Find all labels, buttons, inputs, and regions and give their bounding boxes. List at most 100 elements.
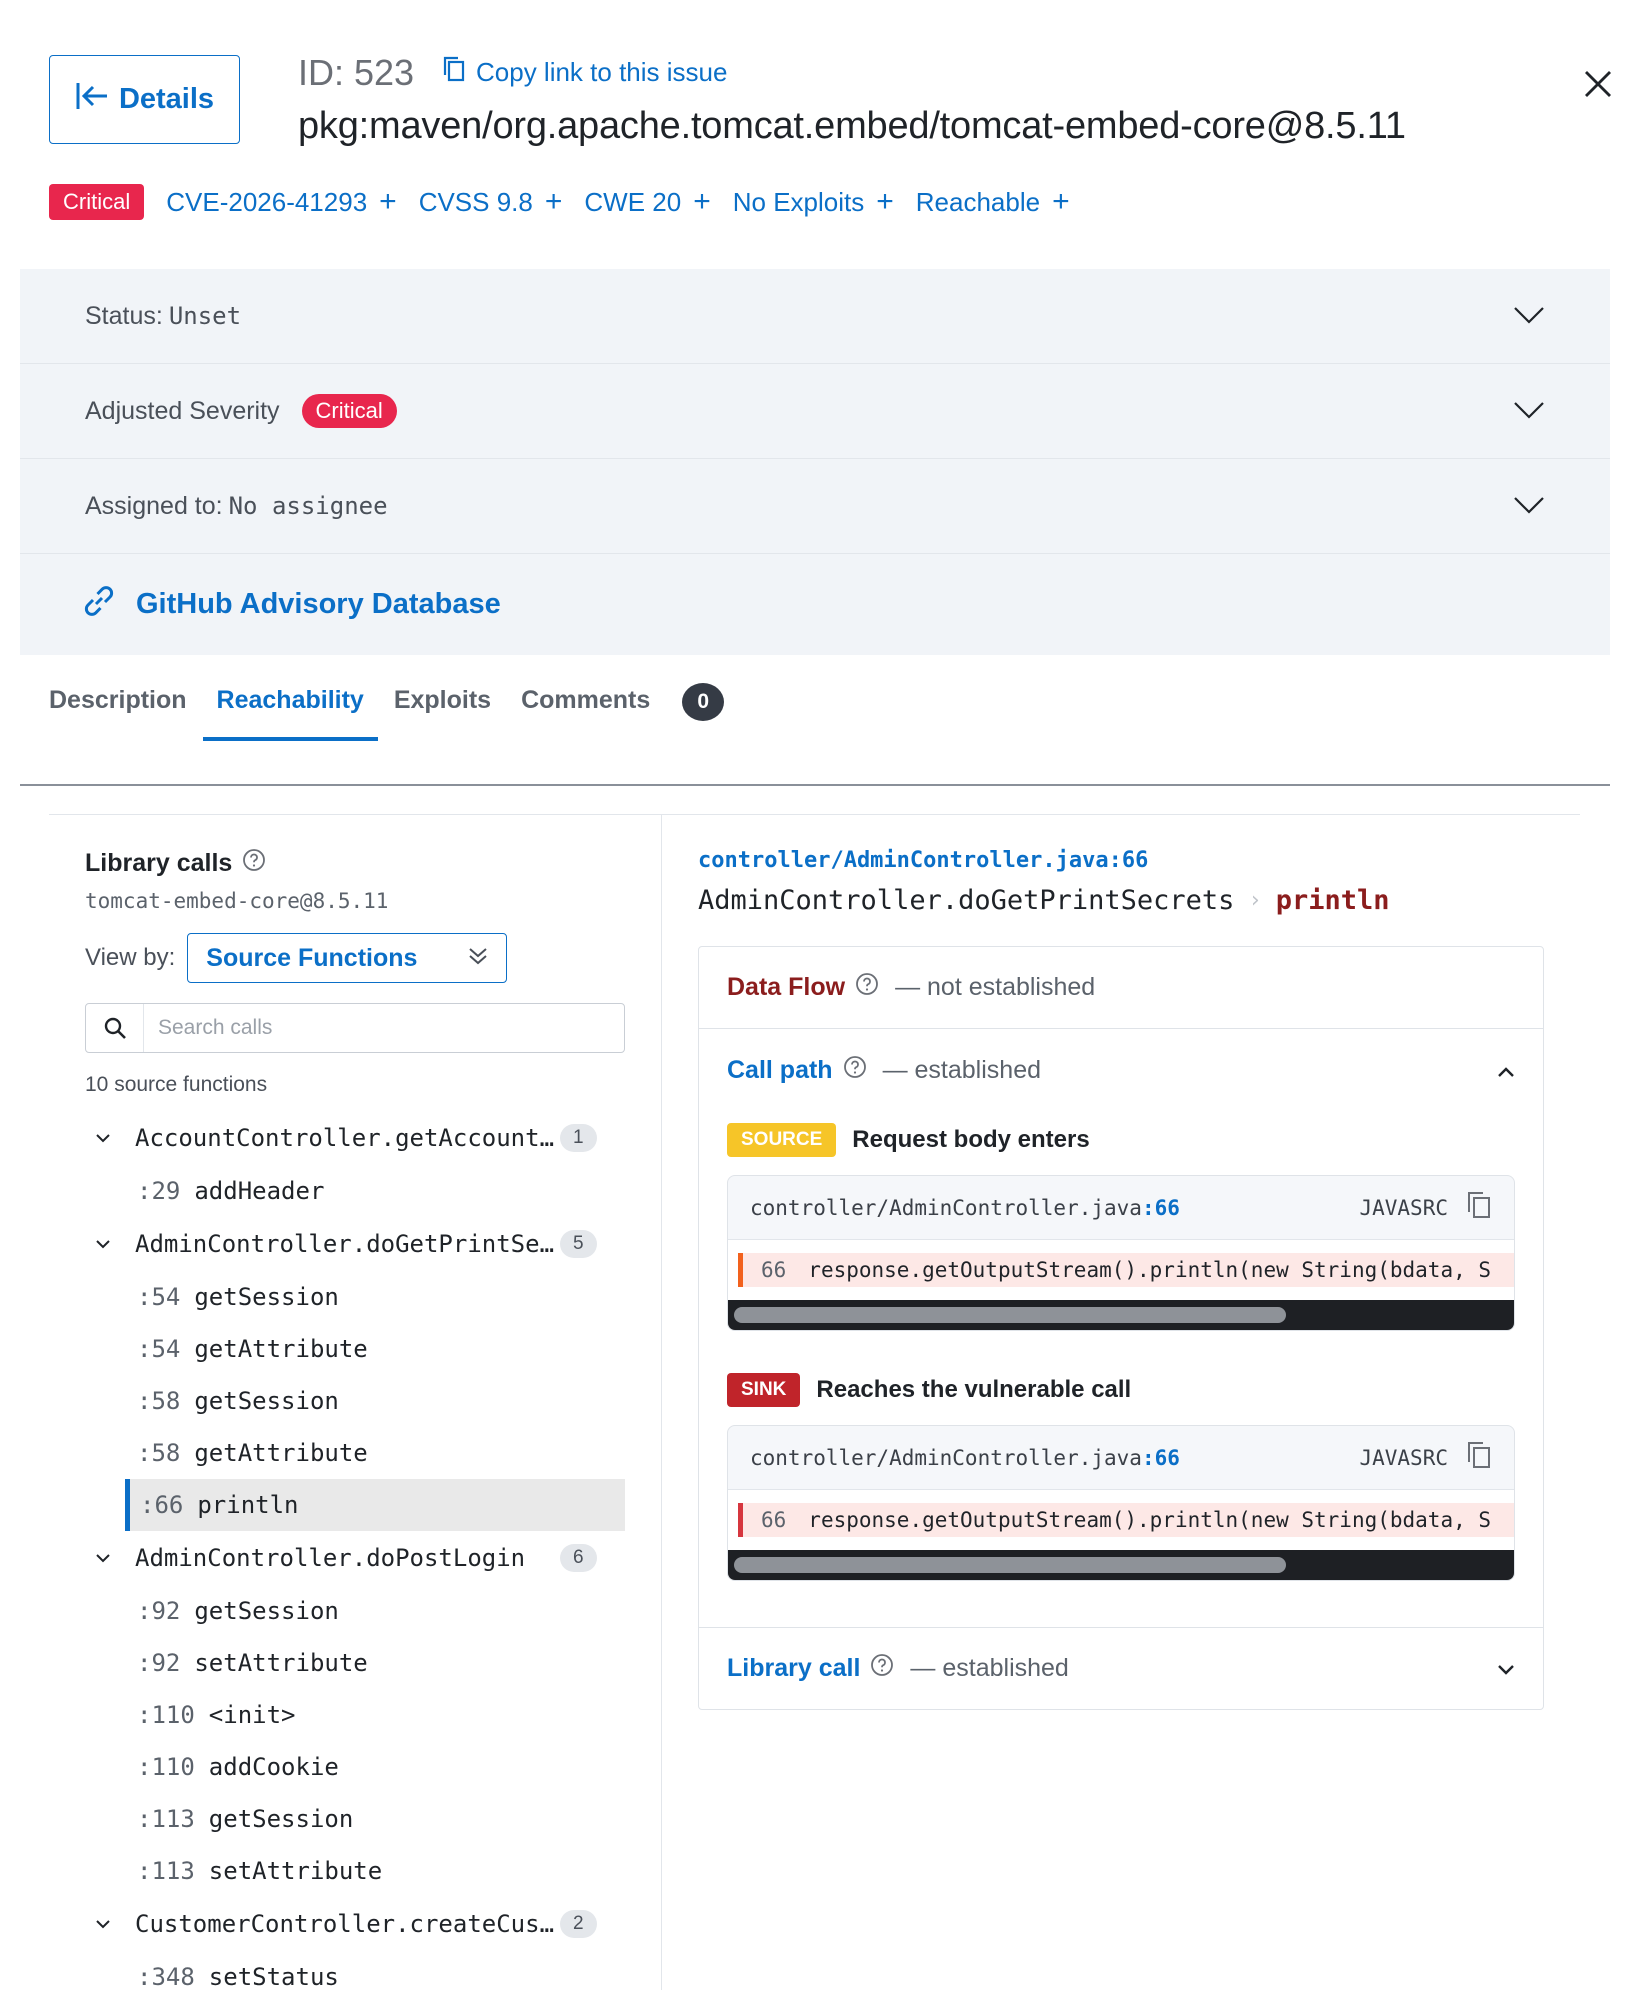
- adjusted-severity-row[interactable]: Adjusted Severity Critical: [20, 364, 1610, 459]
- call-name: addCookie: [208, 1753, 339, 1781]
- call-item[interactable]: :348 setStatus: [85, 1951, 625, 1990]
- call-item[interactable]: :58 getAttribute: [85, 1427, 625, 1479]
- help-circle-icon[interactable]: [855, 972, 879, 1003]
- call-line: :92: [137, 1649, 181, 1677]
- tab-reachability[interactable]: Reachability: [202, 680, 379, 741]
- chevron-down-icon: [95, 1239, 117, 1249]
- scrollbar-thumb[interactable]: [734, 1557, 1286, 1573]
- scrollbar-thumb[interactable]: [734, 1307, 1286, 1323]
- copy-icon[interactable]: [1466, 1440, 1492, 1475]
- call-path-header[interactable]: Call path — established: [699, 1029, 1543, 1111]
- search-calls-input[interactable]: [144, 1016, 604, 1040]
- call-item[interactable]: :54 getAttribute: [85, 1323, 625, 1375]
- help-circle-icon[interactable]: [870, 1653, 894, 1684]
- call-item[interactable]: :29 addHeader: [85, 1165, 625, 1217]
- call-name: setAttribute: [208, 1857, 383, 1885]
- call-path-body: SOURCE Request body enters controller/Ad…: [699, 1123, 1543, 1627]
- horizontal-scrollbar[interactable]: [728, 1550, 1514, 1580]
- function-name: AccountController.getAccountL…: [135, 1124, 560, 1152]
- call-line: :29: [137, 1177, 181, 1205]
- call-line: :66: [140, 1491, 184, 1519]
- call-name: getSession: [194, 1283, 339, 1311]
- call-item-selected[interactable]: :66 println: [125, 1479, 625, 1531]
- close-button[interactable]: [1582, 68, 1614, 100]
- call-count-badge: 6: [560, 1544, 597, 1572]
- snippet-file: controller/AdminController.java: [750, 1445, 1142, 1470]
- details-back-button[interactable]: Details: [49, 55, 240, 144]
- library-call-section[interactable]: Library call — established: [699, 1627, 1543, 1709]
- function-group[interactable]: AdminController.doPostLogin 6: [85, 1531, 625, 1585]
- call-line: :58: [137, 1439, 181, 1467]
- reachable-tag[interactable]: Reachable +: [916, 187, 1070, 218]
- comments-count-badge: 0: [682, 682, 725, 721]
- cwe-tag[interactable]: CWE 20 +: [584, 187, 710, 218]
- adjusted-severity-label: Adjusted Severity: [85, 396, 280, 425]
- call-item[interactable]: :110 addCookie: [85, 1741, 625, 1793]
- call-item[interactable]: :58 getSession: [85, 1375, 625, 1427]
- library-calls-panel: Library calls tomcat-embed-core@8.5.11 V…: [85, 840, 625, 1990]
- call-count-badge: 5: [560, 1230, 597, 1258]
- code-line-number: 66: [761, 1258, 787, 1282]
- source-functions-count: 10 source functions: [85, 1073, 268, 1096]
- call-item[interactable]: :54 getSession: [85, 1271, 625, 1323]
- function-group[interactable]: AdminController.doGetPrintSec… 5: [85, 1217, 625, 1271]
- package-title: pkg:maven/org.apache.tomcat.embed/tomcat…: [298, 105, 1406, 147]
- help-circle-icon[interactable]: [843, 1055, 867, 1086]
- status-row[interactable]: Status: Unset: [20, 269, 1610, 364]
- library-calls-heading: Library calls: [85, 848, 625, 879]
- view-by-select[interactable]: Source Functions: [187, 933, 508, 983]
- detail-tabs: Description Reachability Exploits Commen…: [49, 680, 725, 741]
- source-functions-tree: AccountController.getAccountL… 1 :29 addH…: [85, 1111, 625, 1990]
- reachability-detail: controller/AdminController.java:66 Admin…: [698, 840, 1544, 1710]
- chevron-down-icon: [1513, 492, 1545, 521]
- call-line: :113: [137, 1857, 195, 1885]
- plus-icon: +: [693, 185, 711, 218]
- assigned-row[interactable]: Assigned to: No assignee: [20, 459, 1610, 554]
- tab-comments[interactable]: Comments: [507, 680, 664, 741]
- snippet-line-ref: :66: [1141, 1445, 1180, 1470]
- call-item[interactable]: :113 setAttribute: [85, 1845, 625, 1897]
- function-breadcrumb: AdminController.doGetPrintSecrets › prin…: [698, 885, 1544, 916]
- call-item[interactable]: :113 getSession: [85, 1793, 625, 1845]
- exploits-tag[interactable]: No Exploits +: [733, 187, 894, 218]
- call-path-status: — established: [882, 1055, 1042, 1084]
- call-item[interactable]: :110 <init>: [85, 1689, 625, 1741]
- view-by-row: View by: Source Functions: [85, 933, 625, 983]
- call-name: getAttribute: [194, 1335, 368, 1363]
- call-name: <init>: [208, 1701, 296, 1729]
- horizontal-scrollbar[interactable]: [728, 1300, 1514, 1330]
- copy-link-button[interactable]: Copy link to this issue: [442, 55, 727, 90]
- chevron-down-icon: [1513, 302, 1545, 331]
- tab-exploits[interactable]: Exploits: [380, 680, 505, 741]
- column-divider[interactable]: [661, 815, 662, 1990]
- chevron-right-icon: ›: [1248, 888, 1262, 913]
- copy-icon[interactable]: [1466, 1190, 1492, 1225]
- function-group[interactable]: AccountController.getAccountL… 1: [85, 1111, 625, 1165]
- highlighted-line: 66 response.getOutputStream().println(ne…: [738, 1503, 1514, 1537]
- data-flow-title: Data Flow: [727, 973, 846, 1001]
- snippet-language: JAVASRC: [1359, 1195, 1448, 1220]
- advisory-link[interactable]: GitHub Advisory Database: [20, 554, 1610, 655]
- call-item[interactable]: :92 setAttribute: [85, 1637, 625, 1689]
- help-circle-icon[interactable]: [242, 848, 266, 879]
- call-item[interactable]: :92 getSession: [85, 1585, 625, 1637]
- plus-icon: +: [544, 185, 563, 218]
- issue-id: ID: 523: [298, 52, 415, 93]
- snippet-language: JAVASRC: [1359, 1445, 1448, 1470]
- cve-tag[interactable]: CVE-2026-41293 +: [166, 187, 396, 218]
- reachable-label: Reachable: [915, 186, 1041, 217]
- sink-step-text: Reaches the vulnerable call: [816, 1376, 1132, 1403]
- call-name: println: [197, 1491, 299, 1519]
- cvss-tag[interactable]: CVSS 9.8 +: [419, 187, 563, 218]
- tab-description[interactable]: Description: [49, 680, 201, 741]
- function-group[interactable]: CustomerController.createCust… 2: [85, 1897, 625, 1951]
- flow-analysis-box: Data Flow — not established Call path — …: [698, 946, 1544, 1710]
- function-path: AdminController.doGetPrintSecrets: [698, 885, 1235, 916]
- source-file-link[interactable]: controller/AdminController.java:66: [698, 848, 1544, 873]
- call-line: :54: [137, 1283, 181, 1311]
- snippet-line-ref: :66: [1141, 1195, 1180, 1220]
- chevron-down-icon: [95, 1553, 117, 1563]
- call-line: :110: [137, 1753, 195, 1781]
- sink-badge: SINK: [727, 1373, 801, 1407]
- chevron-down-icon: [1497, 1654, 1515, 1683]
